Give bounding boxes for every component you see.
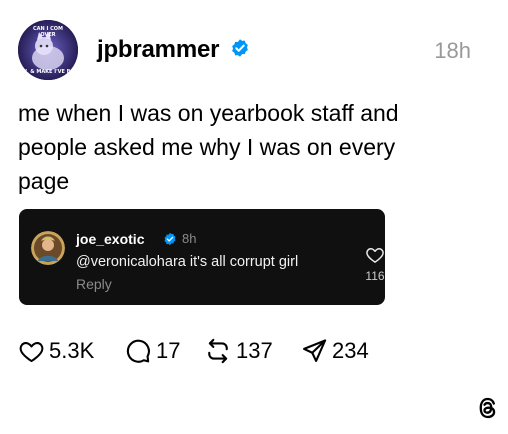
embedded-comment-text: it's all corrupt girl	[185, 254, 299, 270]
post-text-line: people asked me why I was on every	[18, 134, 396, 160]
verified-badge-icon	[232, 39, 248, 57]
repost-icon	[208, 338, 228, 364]
embedded-reply-label: Reply	[76, 276, 112, 292]
repost-button[interactable]: 137	[204, 336, 273, 366]
avatar[interactable]: CAN I COM OVER LL & MAKE I'VE BE	[18, 20, 78, 80]
comment-button[interactable]: 17	[124, 336, 180, 366]
embedded-heart-icon	[366, 248, 384, 263]
avatar-text-bottom: LL & MAKE I'VE BE	[22, 69, 74, 75]
embedded-comment: @veronicalohara it's all corrupt girl	[76, 254, 298, 270]
share-count: 234	[332, 338, 369, 363]
post-text-line: me when I was on yearbook staff and	[18, 100, 399, 126]
embedded-verified-badge-icon	[164, 232, 176, 246]
comment-icon	[126, 339, 150, 363]
post-text-line: page	[18, 168, 70, 194]
embedded-like-count: 116	[365, 269, 385, 283]
threads-logo-icon	[479, 397, 496, 419]
share-icon	[303, 339, 327, 362]
post-timestamp: 18h	[434, 38, 471, 63]
post-body: me when I was on yearbook staff and peop…	[18, 96, 448, 198]
like-count: 5.3K	[49, 338, 95, 363]
embedded-reply-card[interactable]: joe_exotic 8h @veronicalohara it's all c…	[19, 209, 385, 305]
avatar-text-top-2: OVER	[40, 32, 56, 38]
embedded-avatar	[31, 231, 65, 265]
like-button[interactable]: 5.3K	[18, 336, 94, 366]
embedded-timestamp: 8h	[182, 231, 197, 246]
embedded-mention: @veronicalohara	[76, 254, 186, 270]
repost-count: 137	[236, 338, 273, 363]
post-username[interactable]: jpbrammer	[97, 36, 219, 64]
share-button[interactable]: 234	[300, 336, 369, 366]
heart-icon	[19, 341, 44, 362]
embedded-username: joe_exotic	[76, 231, 145, 247]
comment-count: 17	[156, 338, 181, 363]
